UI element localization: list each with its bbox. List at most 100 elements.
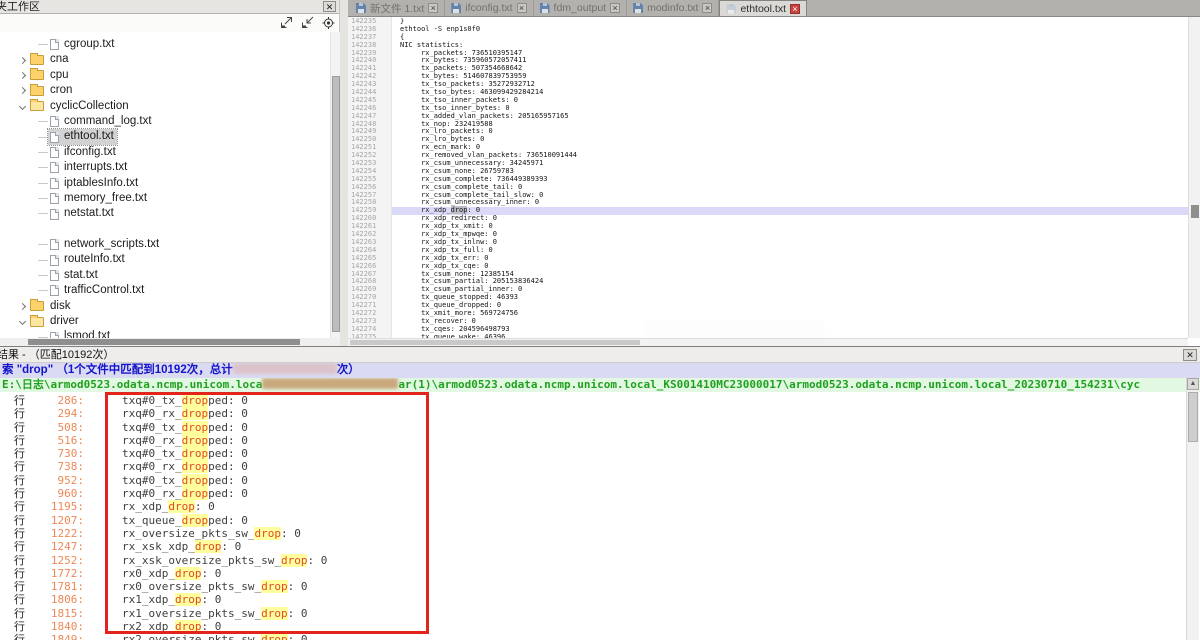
tree-item[interactable]: cpu [0,68,330,83]
row-text: rxq#0_rx_dropped: 0 [122,460,248,473]
chevron-right-icon[interactable] [18,87,25,94]
file-icon [50,178,59,189]
editor-tab[interactable]: modinfo.txt× [627,0,719,16]
tab-close-icon[interactable]: × [610,3,620,13]
scroll-up-arrow-icon[interactable]: ▲ [1187,378,1199,390]
chevron-down-icon[interactable] [18,103,25,110]
tree-item[interactable]: cgroup.txt [0,37,330,52]
row-line-number: 1195: [30,500,84,513]
search-result-row[interactable]: 行1840:rx2_xdp_drop: 0 [0,620,1185,633]
search-result-row[interactable]: 行1772:rx0_xdp_drop: 0 [0,567,1185,580]
row-label: 行 [14,475,30,488]
row-label: 行 [14,541,30,554]
tree-item-selection: iptablesInfo.txt [48,176,141,191]
tree-item[interactable]: iptablesInfo.txt [0,176,330,191]
row-line-number: 1849: [30,633,84,640]
tree-item-selection: ifconfig.txt [48,145,119,160]
editor-horizontal-scrollbar[interactable] [348,338,1188,346]
panel-splitter[interactable] [340,0,348,346]
row-text: rxq#0_rx_dropped: 0 [122,434,248,447]
tree-item[interactable]: network_scripts.txt [0,237,330,252]
chevron-right-icon[interactable] [18,57,25,64]
search-result-row[interactable]: 行1849:rx2_oversize_pkts_sw_drop: 0 [0,633,1185,640]
editor-tab[interactable]: ifconfig.txt× [445,0,533,16]
search-result-row[interactable]: 行286:txq#0_tx_dropped: 0 [0,394,1185,407]
search-result-row[interactable]: 行1247:rx_xsk_xdp_drop: 0 [0,540,1185,553]
search-path-text: E:\日志\armod0523.odata.ncmp.unicom.loca [2,378,262,391]
row-label: 行 [14,501,30,514]
editor-tab[interactable]: fdm_output× [534,0,628,16]
tree-item[interactable]: command_log.txt [0,114,330,129]
tab-close-icon[interactable]: × [790,4,800,14]
row-line-number: 286: [30,394,84,407]
tree-item[interactable]: trafficControl.txt [0,283,330,298]
floppy-icon [540,3,550,13]
tree-item[interactable]: stat.txt [0,268,330,283]
search-result-row[interactable]: 行1222:rx_oversize_pkts_sw_drop: 0 [0,527,1185,540]
tree-item[interactable]: ethtool.txt [0,129,330,144]
search-result-row[interactable]: 行516:rxq#0_rx_dropped: 0 [0,434,1185,447]
line-text: tx_tso_inner_packets: 0 [392,97,1188,105]
workspace-close-button[interactable]: ✕ [323,1,336,12]
editor-vertical-scrollbar[interactable] [1188,17,1200,338]
tree-item[interactable]: netstat.txt [0,206,330,221]
scrollbar-thumb[interactable] [28,339,300,345]
tree-item[interactable]: ifconfig.txt [0,145,330,160]
search-result-row[interactable]: 行294:rxq#0_rx_dropped: 0 [0,407,1185,420]
tree-connector-line [38,167,48,168]
search-result-row[interactable]: 行508:txq#0_tx_dropped: 0 [0,421,1185,434]
tree-item[interactable]: cna [0,52,330,67]
chevron-down-icon[interactable] [18,318,25,325]
folder-open-icon [30,317,44,327]
search-path-suffix: ar(1)\armod0523.odata.ncmp.unicom.local_… [398,378,1140,391]
search-result-row[interactable]: 行1815:rx1_oversize_pkts_sw_drop: 0 [0,607,1185,620]
editor-tab[interactable]: 新文件 1.txt× [350,0,445,16]
search-result-row[interactable]: 行952:txq#0_tx_dropped: 0 [0,474,1185,487]
collapse-files-icon[interactable] [300,16,316,30]
row-label: 行 [14,422,30,435]
search-result-row[interactable]: 行730:txq#0_tx_dropped: 0 [0,447,1185,460]
tree-item[interactable]: interrupts.txt [0,160,330,175]
tree-item-selection: interrupts.txt [48,160,130,175]
scrollbar-thumb[interactable] [1188,392,1198,442]
expand-files-icon[interactable] [279,16,295,30]
tree-item[interactable]: disk [0,299,330,314]
search-result-row[interactable]: 行1207:tx_queue_dropped: 0 [0,514,1185,527]
scrollbar-thumb[interactable] [350,340,640,345]
search-match-highlight: drop [175,593,202,606]
tab-close-icon[interactable]: × [428,3,438,13]
row-label: 行 [14,395,30,408]
search-match-highlight: drop [182,421,209,434]
editor-text-area[interactable]: 142235}142236ethtool -S enp1s0f0142237{1… [348,18,1188,338]
results-vertical-scrollbar[interactable]: ▲ [1186,378,1199,640]
search-result-row[interactable]: 行1806:rx1_xdp_drop: 0 [0,593,1185,606]
tree-vertical-scrollbar[interactable] [330,32,340,338]
tree-item[interactable]: memory_free.txt [0,191,330,206]
search-result-row[interactable]: 行1252:rx_xsk_oversize_pkts_sw_drop: 0 [0,554,1185,567]
tree-item-selection: netstat.txt [48,206,117,221]
chevron-right-icon[interactable] [18,303,25,310]
search-result-row[interactable]: 行1781:rx0_oversize_pkts_sw_drop: 0 [0,580,1185,593]
tree-item[interactable]: cron [0,83,330,98]
tree-item[interactable]: lsmod.txt [0,329,330,338]
tab-close-icon[interactable]: × [517,3,527,13]
tab-close-icon[interactable]: × [702,3,712,13]
row-line-number: 516: [30,434,84,447]
locate-file-icon[interactable] [321,16,337,30]
search-result-row[interactable]: 行960:rxq#0_rx_dropped: 0 [0,487,1185,500]
editor-tab[interactable]: ethtool.txt× [719,0,807,16]
tree-item[interactable]: routeInfo.txt [0,252,330,267]
line-text: rx_csum_unnecessary_inner: 0 [392,199,1188,207]
scrollbar-thumb[interactable] [1191,205,1199,218]
tree-item[interactable]: cyclicCollection [0,99,330,114]
results-close-button[interactable]: ✕ [1183,349,1197,361]
tree-item[interactable]: driver [0,314,330,329]
tree-connector-line [38,213,48,214]
search-result-row[interactable]: 行1195:rx_xdp_drop: 0 [0,500,1185,513]
tree-item-label: cyclicCollection [50,99,129,114]
tree-horizontal-scrollbar[interactable] [0,338,340,346]
chevron-right-icon[interactable] [18,72,25,79]
scrollbar-thumb[interactable] [332,76,340,332]
row-label: 行 [14,515,30,528]
search-result-row[interactable]: 行738:rxq#0_rx_dropped: 0 [0,460,1185,473]
